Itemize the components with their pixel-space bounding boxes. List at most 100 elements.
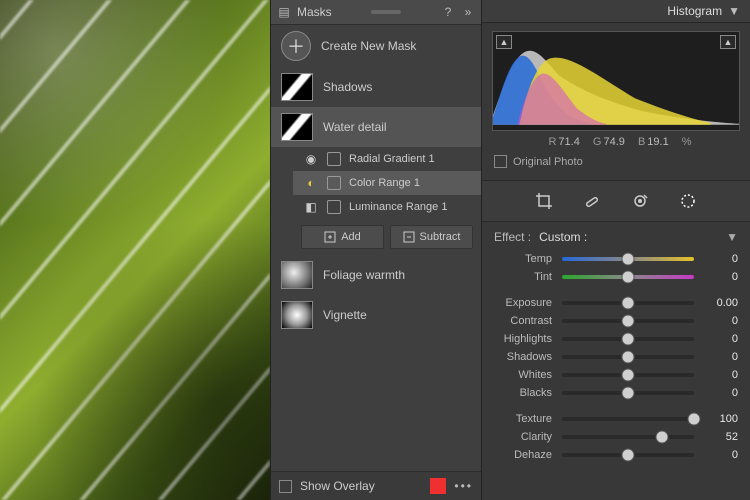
effect-panel: Effect : Custom : ▼ Temp0 Tint 0 Exposure0.… — [482, 222, 750, 500]
overlay-color-swatch[interactable] — [430, 478, 446, 494]
show-overlay-label: Show Overlay — [300, 479, 375, 493]
slider-track[interactable] — [562, 453, 694, 457]
visibility-icon[interactable]: ◉ — [303, 151, 319, 167]
slider-track[interactable] — [562, 257, 694, 261]
slider-value[interactable]: 0 — [704, 271, 738, 283]
slider-track[interactable] — [562, 417, 694, 421]
photo-preview[interactable] — [0, 0, 270, 500]
slider-track[interactable] — [562, 275, 694, 279]
effect-preset-popup[interactable]: Custom : — [539, 230, 588, 244]
redeye-tool-icon[interactable] — [630, 191, 650, 211]
mask-thumb — [281, 73, 313, 101]
masks-panel-title: Masks — [297, 5, 332, 19]
slider-track[interactable] — [562, 391, 694, 395]
b-label: B — [638, 136, 645, 148]
slider-knob[interactable] — [622, 449, 635, 462]
slider-value[interactable]: 0 — [704, 315, 738, 327]
slider-knob[interactable] — [622, 297, 635, 310]
create-new-mask[interactable]: ＋ Create New Mask — [271, 25, 481, 67]
original-photo-toggle[interactable]: Original Photo — [492, 153, 740, 174]
histogram-header[interactable]: Histogram ▼ — [482, 0, 750, 23]
slider-highlights[interactable]: Highlights0 — [494, 330, 738, 348]
slider-dehaze[interactable]: Dehaze0 — [494, 446, 738, 464]
slider-label: Contrast — [494, 315, 552, 327]
slider-value[interactable]: 0 — [704, 449, 738, 461]
subtract-button[interactable]: Subtract — [390, 225, 473, 249]
slider-track[interactable] — [562, 301, 694, 305]
slider-knob[interactable] — [622, 369, 635, 382]
color-range-icon: ◐ — [303, 175, 319, 191]
slider-tint[interactable]: Tint 0 — [494, 268, 738, 286]
panel-disclosure-icon[interactable]: ▼ — [726, 230, 738, 244]
slider-texture[interactable]: Texture 100 — [494, 410, 738, 428]
component-color-range[interactable]: ◐ Color Range 1 — [293, 171, 481, 195]
slider-blacks[interactable]: Blacks0 — [494, 384, 738, 402]
panel-dock-icon[interactable]: ▤ — [277, 5, 291, 19]
slider-track[interactable] — [562, 319, 694, 323]
component-radial-gradient[interactable]: ◉ Radial Gradient 1 — [293, 147, 481, 171]
slider-label: Shadows — [494, 351, 552, 363]
histogram-plot[interactable]: ▲ ▲ — [492, 31, 740, 131]
slider-label: Tint — [494, 271, 552, 283]
effect-label: Effect : — [494, 230, 531, 244]
healing-tool-icon[interactable] — [582, 191, 602, 211]
slider-knob[interactable] — [622, 271, 635, 284]
slider-knob[interactable] — [622, 253, 635, 266]
slider-track[interactable] — [562, 435, 694, 439]
effect-header: Effect : Custom : ▼ — [494, 230, 738, 244]
slider-value[interactable]: 0.00 — [704, 297, 738, 309]
slider-value[interactable]: 0 — [704, 253, 738, 265]
component-label: Radial Gradient 1 — [349, 153, 435, 165]
mask-label: Foliage warmth — [323, 268, 405, 282]
more-icon[interactable]: ••• — [454, 479, 473, 493]
slider-shadows[interactable]: Shadows 0 — [494, 348, 738, 366]
mask-item-water-detail[interactable]: Water detail — [271, 107, 481, 147]
slider-value[interactable]: 52 — [704, 431, 738, 443]
slider-track[interactable] — [562, 373, 694, 377]
mask-item-vignette[interactable]: Vignette — [271, 295, 481, 335]
slider-whites[interactable]: Whites0 — [494, 366, 738, 384]
slider-exposure[interactable]: Exposure0.00 — [494, 294, 738, 312]
luminance-icon: ◧ — [303, 199, 319, 215]
slider-value[interactable]: 100 — [704, 413, 738, 425]
component-toggle[interactable] — [327, 200, 341, 214]
slider-knob[interactable] — [688, 413, 701, 426]
mask-components: ◉ Radial Gradient 1 ◐ Color Range 1 ◧ Lu… — [271, 147, 481, 255]
slider-value[interactable]: 0 — [704, 387, 738, 399]
masks-panel-header: ▤ Masks ? » — [271, 0, 481, 25]
slider-track[interactable] — [562, 337, 694, 341]
slider-track[interactable] — [562, 355, 694, 359]
slider-knob[interactable] — [622, 315, 635, 328]
crop-tool-icon[interactable] — [534, 191, 554, 211]
histogram-section: ▲ ▲ R71.4 G74.9 B19.1 % Original Photo — [482, 23, 750, 180]
mask-label: Vignette — [323, 308, 367, 322]
slider-clarity[interactable]: Clarity 52 — [494, 428, 738, 446]
slider-value[interactable]: 0 — [704, 333, 738, 345]
add-button[interactable]: Add — [301, 225, 384, 249]
mask-item-foliage-warmth[interactable]: Foliage warmth — [271, 255, 481, 295]
slider-value[interactable]: 0 — [704, 369, 738, 381]
component-toggle[interactable] — [327, 176, 341, 190]
slider-contrast[interactable]: Contrast 0 — [494, 312, 738, 330]
slider-knob[interactable] — [622, 333, 635, 346]
slider-knob[interactable] — [622, 387, 635, 400]
histogram-title: Histogram — [667, 4, 722, 18]
masking-tool-icon[interactable] — [678, 191, 698, 211]
slider-value[interactable]: 0 — [704, 351, 738, 363]
mask-thumb — [281, 301, 313, 329]
slider-label: Clarity — [494, 431, 552, 443]
help-icon[interactable]: ? — [441, 5, 455, 19]
component-luminance-range[interactable]: ◧ Luminance Range 1 — [293, 195, 481, 219]
original-photo-checkbox[interactable] — [494, 155, 507, 168]
mask-item-shadows[interactable]: Shadows — [271, 67, 481, 107]
component-toggle[interactable] — [327, 152, 341, 166]
slider-label: Texture — [494, 413, 552, 425]
slider-knob[interactable] — [622, 351, 635, 364]
panel-grip[interactable] — [371, 10, 401, 14]
slider-temp[interactable]: Temp0 — [494, 250, 738, 268]
slider-knob[interactable] — [656, 431, 669, 444]
collapse-icon[interactable]: » — [461, 5, 475, 19]
masks-list: ＋ Create New Mask Shadows Water detail ◉… — [271, 25, 481, 471]
show-overlay-checkbox[interactable] — [279, 480, 292, 493]
tool-strip — [482, 180, 750, 222]
